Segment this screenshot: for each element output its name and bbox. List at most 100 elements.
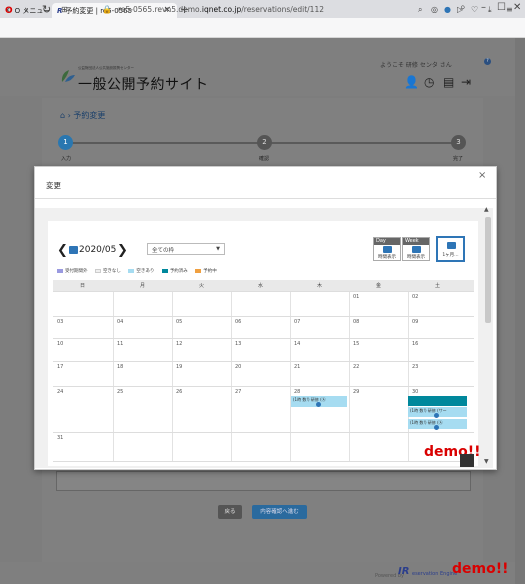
- grid-row-line: [53, 338, 474, 339]
- maximize-icon[interactable]: ☐: [497, 2, 506, 13]
- site-title[interactable]: 一般公開予約サイト: [78, 74, 209, 94]
- modal-scroll-thumb[interactable]: [485, 217, 491, 323]
- day-cell[interactable]: 15: [353, 341, 359, 347]
- search-icon[interactable]: ⌕: [418, 5, 422, 15]
- day-cell[interactable]: 26: [176, 389, 182, 395]
- resize-handle[interactable]: [460, 454, 474, 467]
- day-cell[interactable]: 05: [176, 319, 182, 325]
- day-cell[interactable]: 12: [176, 341, 182, 347]
- step-2-label: 確認: [259, 156, 270, 162]
- url-field[interactable]: re5-0565.revn5.demo.iqnet.co.jp/reservat…: [118, 5, 324, 14]
- brand-logo: IR: [398, 566, 410, 577]
- minimize-icon[interactable]: –: [481, 2, 486, 13]
- camera-icon[interactable]: ◎: [431, 5, 438, 14]
- brand-logo-text: eservation Engine: [412, 571, 458, 577]
- week-view-tag: Week: [403, 238, 429, 245]
- user-icon[interactable]: 👤: [404, 75, 419, 89]
- page-scrollbar[interactable]: [515, 38, 525, 584]
- demo-watermark-footer: demo!!: [452, 561, 509, 577]
- day-cell[interactable]: 11: [117, 341, 123, 347]
- calendar-icon: [69, 246, 78, 254]
- document-icon[interactable]: ▤: [443, 75, 454, 89]
- frame-select[interactable]: 全ての枠 ▼: [147, 243, 225, 255]
- legend-item: 受付期間外: [65, 269, 88, 274]
- heart-icon[interactable]: ♡: [471, 5, 478, 14]
- logout-icon[interactable]: ⇥: [461, 75, 471, 89]
- forward-icon[interactable]: ›: [24, 3, 28, 16]
- calendar-grid: [53, 280, 474, 460]
- player-icon[interactable]: ▷: [457, 5, 463, 14]
- back-button[interactable]: 戻る: [218, 505, 242, 519]
- confirm-button[interactable]: 内容確認へ進む: [252, 505, 307, 519]
- prev-month-icon[interactable]: ❮: [57, 243, 68, 258]
- day-cell[interactable]: 25: [117, 389, 123, 395]
- current-month: 2020/05: [79, 245, 117, 255]
- day-cell[interactable]: 27: [235, 389, 241, 395]
- next-month-icon[interactable]: ❯: [117, 243, 128, 258]
- booked-slot-sat30[interactable]: [408, 396, 467, 406]
- day-cell[interactable]: 13: [235, 341, 241, 347]
- help-icon[interactable]: ?: [484, 58, 491, 65]
- back-icon[interactable]: ‹: [6, 3, 10, 16]
- day-cell[interactable]: 18: [117, 364, 123, 370]
- breadcrumb-current: 予約変更: [73, 111, 106, 120]
- step-1: 1: [58, 135, 73, 150]
- legend-swatch: [57, 268, 63, 273]
- day-cell[interactable]: 14: [294, 341, 300, 347]
- weekday-label: 火: [198, 283, 204, 289]
- day-cell[interactable]: 17: [57, 364, 63, 370]
- month-view-label: 1ヶ月…: [442, 253, 459, 258]
- address-bar: [0, 18, 525, 38]
- lock-icon: 🔒: [102, 5, 112, 14]
- site-logo-icon: [60, 68, 76, 84]
- remarks-textarea[interactable]: [56, 471, 471, 491]
- day-cell[interactable]: 19: [176, 364, 182, 370]
- day-cell[interactable]: 01: [353, 294, 359, 300]
- day-cell[interactable]: 31: [57, 435, 63, 441]
- day-cell[interactable]: 20: [235, 364, 241, 370]
- modal-close-icon[interactable]: ×: [478, 170, 486, 181]
- day-cell[interactable]: 21: [294, 364, 300, 370]
- menu-icon[interactable]: ≡: [506, 5, 513, 14]
- day-cell[interactable]: 02: [412, 294, 418, 300]
- history-icon[interactable]: ◷: [424, 75, 434, 89]
- legend: 受付期間外 空きなし 空きあり 予約済み 予約中: [57, 268, 217, 274]
- reload-icon[interactable]: ↻: [42, 3, 51, 16]
- day-cell[interactable]: 24: [57, 389, 63, 395]
- vpn-icon[interactable]: ●: [444, 5, 451, 14]
- download-icon[interactable]: ⤓: [488, 5, 492, 15]
- day-view-button[interactable]: Day 時間表示: [373, 237, 401, 261]
- day-cell[interactable]: 04: [117, 319, 123, 325]
- step-1-label: 入力: [61, 156, 72, 162]
- close-window-icon[interactable]: ✕: [513, 2, 521, 13]
- day-view-tag: Day: [374, 238, 400, 245]
- weekday-label: 月: [139, 283, 145, 289]
- day-cell[interactable]: 03: [57, 319, 63, 325]
- day-cell[interactable]: 30: [412, 389, 418, 395]
- home-icon[interactable]: ⌂: [60, 111, 65, 120]
- scroll-down-icon[interactable]: ▼: [484, 458, 489, 465]
- day-cell[interactable]: 07: [294, 319, 300, 325]
- day-cell[interactable]: 10: [57, 341, 63, 347]
- legend-item: 予約中: [203, 269, 217, 274]
- day-cell[interactable]: 23: [412, 364, 418, 370]
- step-3-label: 完了: [453, 156, 464, 162]
- month-view-button[interactable]: 1ヶ月…: [436, 236, 465, 262]
- weekday-label: 日: [79, 283, 85, 289]
- day-cell[interactable]: 08: [353, 319, 359, 325]
- scroll-up-icon[interactable]: ▲: [484, 206, 489, 213]
- modal-divider: [35, 198, 496, 199]
- chevron-down-icon: ▼: [216, 246, 220, 252]
- grid-row-line: [53, 316, 474, 317]
- day-cell[interactable]: 09: [412, 319, 418, 325]
- day-cell[interactable]: 28: [294, 389, 300, 395]
- day-cell[interactable]: 06: [235, 319, 241, 325]
- week-view-button[interactable]: Week 時間表示: [402, 237, 430, 261]
- day-calendar-icon: [383, 246, 392, 253]
- url-domain: iqnet.co.jp: [201, 5, 242, 14]
- day-cell[interactable]: 16: [412, 341, 418, 347]
- speed-dial-icon[interactable]: ⊞: [61, 5, 68, 14]
- month-calendar-icon: [447, 242, 456, 249]
- day-cell[interactable]: 22: [353, 364, 359, 370]
- day-cell[interactable]: 29: [353, 389, 359, 395]
